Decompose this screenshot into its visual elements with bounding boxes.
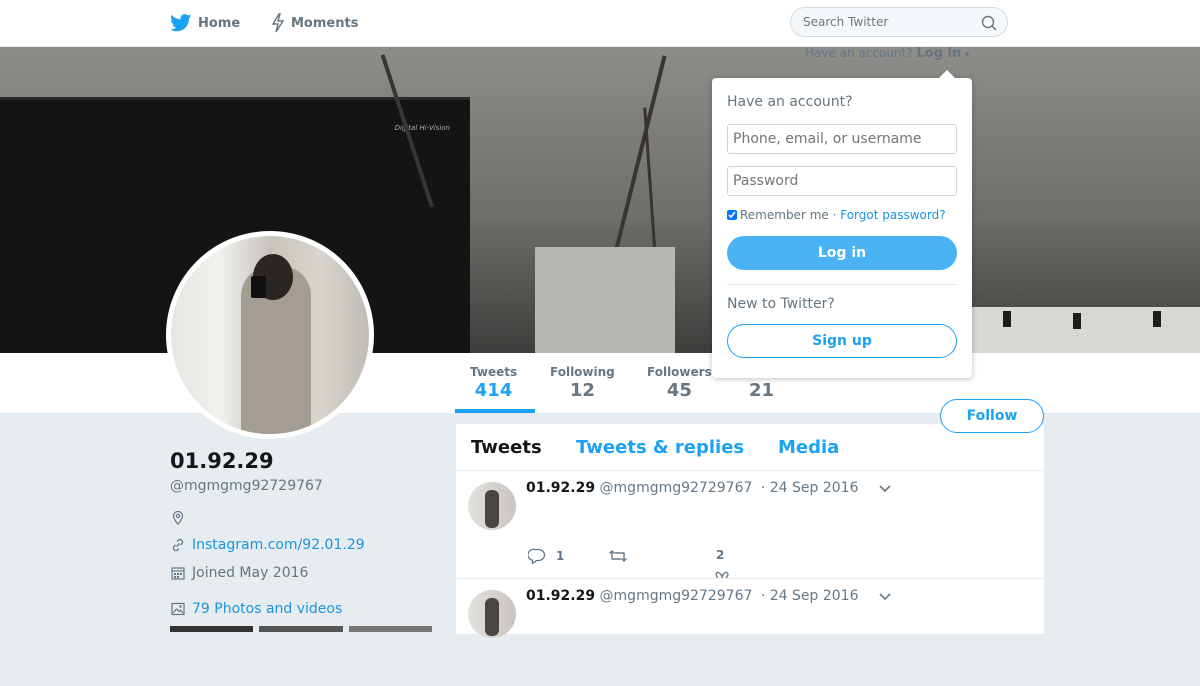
tweet-author-name[interactable]: 01.92.29: [526, 588, 595, 604]
search-input[interactable]: [803, 15, 973, 29]
timeline: Tweets Tweets & replies Media 01.92.29 @…: [456, 424, 1044, 638]
reply-action[interactable]: 1: [528, 548, 564, 564]
nav-moments[interactable]: Moments: [271, 0, 358, 46]
website-link[interactable]: Instagram.com/92.01.29: [192, 537, 365, 553]
remember-row: Remember me · Forgot password?: [727, 208, 946, 222]
remember-checkbox[interactable]: [727, 210, 737, 220]
like-count: 2: [716, 548, 725, 562]
tweet-author-name[interactable]: 01.92.29: [526, 480, 595, 496]
banner-frame: [535, 247, 675, 353]
nav-home-label: Home: [198, 15, 241, 31]
calendar-icon: [171, 567, 185, 580]
banner-clip: [1003, 311, 1011, 327]
active-tab-indicator: [455, 409, 535, 413]
stat-followers[interactable]: Followers 45: [647, 365, 712, 401]
tweet-header: 01.92.29 @mgmgmg92729767 · 24 Sep 2016: [526, 480, 858, 496]
search-icon[interactable]: [981, 15, 997, 31]
nav-moments-label: Moments: [291, 15, 359, 31]
search-box[interactable]: [790, 7, 1008, 37]
avatar-photo: [171, 236, 369, 434]
banner-clip: [1073, 313, 1081, 329]
tweet-author-handle[interactable]: @mgmgmg92729767: [600, 588, 753, 604]
heart-icon[interactable]: [714, 570, 730, 578]
media-thumbnail[interactable]: [259, 626, 343, 632]
tweet-date[interactable]: · 24 Sep 2016: [761, 588, 859, 604]
retweet-icon: [609, 550, 627, 562]
new-to-twitter-text: New to Twitter?: [727, 296, 835, 312]
password-field[interactable]: [727, 166, 957, 196]
top-nav: Home Moments: [0, 0, 1200, 47]
location-row: [170, 510, 192, 526]
stat-value: 21: [749, 380, 775, 401]
location-pin-icon: [172, 510, 184, 526]
tweet-avatar[interactable]: [468, 590, 516, 638]
login-button[interactable]: Log in: [727, 236, 957, 270]
login-hint: Have an account? Log in ▾: [805, 46, 970, 61]
login-hint-prompt: Have an account?: [805, 46, 913, 60]
avatar-phone: [251, 276, 266, 298]
stat-following[interactable]: Following 12: [550, 365, 615, 401]
login-hint-link[interactable]: Log in: [916, 46, 961, 61]
tweet[interactable]: 01.92.29 @mgmgmg92729767 · 24 Sep 2016 1…: [456, 470, 1044, 579]
stat-value: 414: [474, 380, 513, 401]
website-row: Instagram.com/92.01.29: [170, 537, 365, 553]
tweet[interactable]: 01.92.29 @mgmgmg92729767 · 24 Sep 2016: [456, 578, 1044, 686]
username-field[interactable]: [727, 124, 957, 154]
image-icon: [171, 602, 185, 616]
media-thumbnail[interactable]: [348, 626, 432, 632]
joined-row: Joined May 2016: [170, 565, 308, 581]
nav-home[interactable]: Home: [170, 0, 240, 46]
like-action[interactable]: 2: [716, 548, 724, 562]
tweet-avatar[interactable]: [468, 482, 516, 530]
forgot-password-link[interactable]: Forgot password?: [840, 208, 945, 222]
stat-value: 12: [569, 380, 595, 401]
remember-label[interactable]: Remember me: [740, 208, 829, 222]
tab-tweets[interactable]: Tweets: [471, 437, 542, 458]
stat-label: Following: [550, 365, 615, 379]
stat-tweets[interactable]: Tweets 414: [470, 365, 517, 401]
tweet-date[interactable]: · 24 Sep 2016: [761, 480, 859, 496]
media-row: 79 Photos and videos: [170, 601, 342, 617]
retweet-action[interactable]: [608, 548, 628, 564]
stat-value: 45: [666, 380, 692, 401]
signup-button[interactable]: Sign up: [727, 324, 957, 358]
login-dropdown: Have an account? Remember me · Forgot pa…: [712, 70, 972, 378]
chevron-down-icon[interactable]: [878, 592, 892, 602]
tab-media[interactable]: Media: [778, 437, 839, 458]
joined-date: Joined May 2016: [192, 565, 309, 581]
stat-label: Tweets: [470, 365, 518, 379]
media-thumbnail[interactable]: [170, 626, 254, 632]
caret-down-icon[interactable]: ▾: [965, 50, 970, 60]
lightning-icon: [271, 13, 285, 33]
media-thumbnails: [170, 626, 432, 632]
divider: [727, 284, 957, 285]
chevron-down-icon[interactable]: [878, 484, 892, 494]
separator-text: ·: [828, 208, 841, 222]
stat-label: Followers: [647, 365, 712, 379]
reply-count: 1: [556, 549, 565, 563]
photos-link[interactable]: 79 Photos and videos: [192, 601, 342, 617]
tab-tweets-replies[interactable]: Tweets & replies: [576, 437, 744, 458]
profile-handle[interactable]: @mgmgmg92729767: [170, 478, 323, 494]
tweet-author-handle[interactable]: @mgmgmg92729767: [600, 480, 753, 496]
twitter-bird-icon: [170, 14, 192, 32]
tweet-header: 01.92.29 @mgmgmg92729767 · 24 Sep 2016: [526, 588, 858, 604]
follow-button[interactable]: Follow: [940, 399, 1044, 433]
profile-name[interactable]: 01.92.29: [170, 449, 274, 473]
link-icon: [172, 538, 184, 552]
reply-icon: [528, 548, 546, 564]
profile-avatar[interactable]: [166, 231, 374, 439]
banner-clip: [1153, 311, 1161, 327]
dropdown-title: Have an account?: [727, 94, 853, 110]
